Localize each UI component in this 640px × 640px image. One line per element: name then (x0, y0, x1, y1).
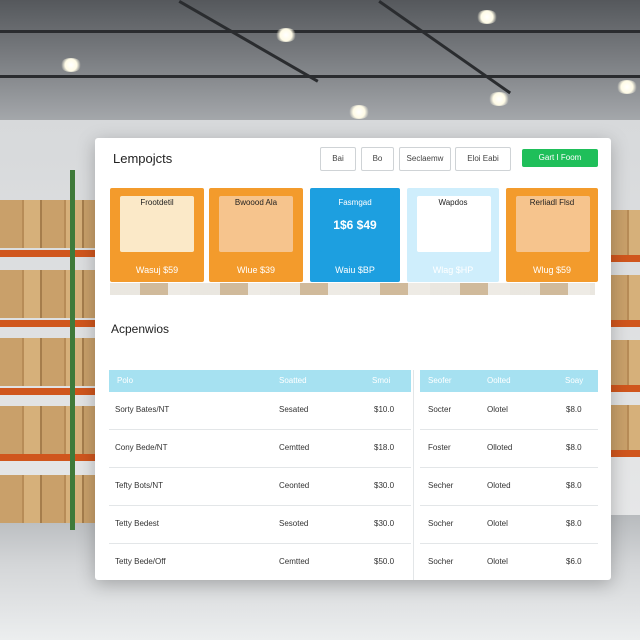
ceiling-lamp-icon (60, 58, 82, 72)
cell-item: Tetty Bede/Off (115, 557, 166, 566)
cell-price: $10.0 (374, 405, 395, 414)
cell-status: Oloted (487, 481, 511, 490)
product-card-price: Waiu $BP (335, 265, 375, 275)
rack-post (70, 170, 75, 530)
cell-status: Ceonted (279, 481, 310, 490)
column-header[interactable]: Polo (117, 376, 133, 385)
boxes (0, 200, 100, 248)
table-row[interactable]: Secher Oloted $8.0 (420, 468, 598, 506)
cell-price: $8.0 (566, 481, 582, 490)
cell-item: Cony Bede/NT (115, 443, 168, 452)
table-header: Seofer Oolted Soay (420, 370, 598, 392)
rack-beam (0, 388, 100, 395)
table-row[interactable]: Sorty Bates/NT Sesated $10.0 (109, 392, 411, 430)
product-card-price: Wlug $59 (532, 265, 572, 275)
toolbar-button-3[interactable]: Seclaemw (399, 147, 451, 171)
toolbar-button-1[interactable]: Bai (320, 147, 356, 171)
ceiling-lamp-icon (348, 105, 370, 119)
orders-table: Polo Soatted Smoi Sorty Bates/NT Sesated… (109, 370, 411, 580)
boxes (0, 338, 100, 386)
ceiling-lamp-icon (275, 28, 297, 42)
ceiling-truss (0, 75, 640, 78)
product-card-headline: Fasmgad (338, 198, 372, 207)
product-card[interactable]: Frootdetil Wasuj $59 (110, 188, 204, 282)
column-header[interactable]: Smoi (372, 376, 390, 385)
cell-status: Sesated (279, 405, 309, 414)
cell-supplier: Secher (428, 481, 454, 490)
rack-beam (0, 320, 100, 327)
cell-supplier: Socter (428, 405, 452, 414)
table-row[interactable]: Tefty Bots/NT Ceonted $30.0 (109, 468, 411, 506)
cell-supplier: Socher (428, 557, 454, 566)
cell-status: Sesoted (279, 519, 309, 528)
table-row[interactable]: Tetty Bede/Off Cemtted $50.0 (109, 544, 411, 580)
product-card[interactable]: Wapdos Wlag $HP (407, 188, 499, 282)
cell-price: $50.0 (374, 557, 395, 566)
boxes (0, 270, 100, 318)
cell-status: Cemtted (279, 557, 310, 566)
cell-status: Olotel (487, 557, 508, 566)
column-header[interactable]: Soay (565, 376, 583, 385)
table-divider (413, 370, 414, 580)
boxes (0, 406, 100, 454)
top-bar: Lempojcts Bai Bo Seclaemw Eloi Eabi Gart… (95, 138, 611, 178)
table-row[interactable]: Tetty Bedest Sesoted $30.0 (109, 506, 411, 544)
rack-beam (0, 250, 100, 257)
cell-price: $8.0 (566, 443, 582, 452)
column-header[interactable]: Oolted (487, 376, 511, 385)
product-card-price: Wlue $39 (236, 265, 276, 275)
product-card-row: Frootdetil Wasuj $59 Bwoood Ala Wlue $39… (110, 188, 602, 298)
primary-action-button[interactable]: Gart I Foom (522, 149, 598, 167)
cell-price: $18.0 (374, 443, 395, 452)
ceiling-lamp-icon (616, 80, 638, 94)
cell-item: Sorty Bates/NT (115, 405, 170, 414)
table-row[interactable]: Socher Olotel $6.0 (420, 544, 598, 580)
cell-status: Olotel (487, 519, 508, 528)
app-window: Lempojcts Bai Bo Seclaemw Eloi Eabi Gart… (95, 138, 611, 580)
table-row[interactable]: Socher Olotel $8.0 (420, 506, 598, 544)
cell-price: $8.0 (566, 405, 582, 414)
product-card-headline: Frootdetil (140, 198, 174, 207)
product-card-headline: Wapdos (438, 198, 468, 207)
cell-supplier: Socher (428, 519, 454, 528)
column-header[interactable]: Soatted (279, 376, 307, 385)
cell-price: $30.0 (374, 481, 395, 490)
cell-price: $8.0 (566, 519, 582, 528)
pallet-rack-left (0, 170, 100, 530)
product-card-price: Wlag $HP (432, 265, 474, 275)
toolbar-button-4[interactable]: Eloi Eabi (455, 147, 511, 171)
cell-price: $30.0 (374, 519, 395, 528)
cell-item: Tefty Bots/NT (115, 481, 164, 490)
rack-beam (0, 454, 100, 461)
table-row[interactable]: Socter Olotel $8.0 (420, 392, 598, 430)
table-header: Polo Soatted Smoi (109, 370, 411, 392)
app-title: Lempojcts (113, 151, 173, 166)
product-card-subheadline: 1$6 $49 (333, 218, 377, 232)
ceiling-lamp-icon (476, 10, 498, 24)
cell-status: Cemtted (279, 443, 310, 452)
shelf-strip-divider (110, 283, 595, 295)
product-card-headline: Bwoood Ala (234, 198, 278, 207)
cell-status: Olloted (487, 443, 513, 452)
cell-supplier: Foster (428, 443, 451, 452)
table-row[interactable]: Cony Bede/NT Cemtted $18.0 (109, 430, 411, 468)
cell-item: Tetty Bedest (115, 519, 160, 528)
product-card[interactable]: Bwoood Ala Wlue $39 (209, 188, 303, 282)
table-row[interactable]: Foster Olloted $8.0 (420, 430, 598, 468)
product-card[interactable]: Fasmgad 1$6 $49 Waiu $BP (310, 188, 400, 282)
product-card[interactable]: Rerliadl Flsd Wlug $59 (506, 188, 598, 282)
cell-status: Olotel (487, 405, 508, 414)
product-card-headline: Rerliadl Flsd (529, 198, 575, 207)
suppliers-table: Seofer Oolted Soay Socter Olotel $8.0 Fo… (420, 370, 598, 580)
section-title: Acpenwios (111, 322, 170, 336)
cell-price: $6.0 (566, 557, 582, 566)
ceiling-truss (0, 30, 640, 33)
boxes (0, 475, 100, 523)
ceiling-lamp-icon (488, 92, 510, 106)
toolbar-button-2[interactable]: Bo (361, 147, 394, 171)
product-card-price: Wasuj $59 (135, 265, 179, 275)
column-header[interactable]: Seofer (428, 376, 452, 385)
